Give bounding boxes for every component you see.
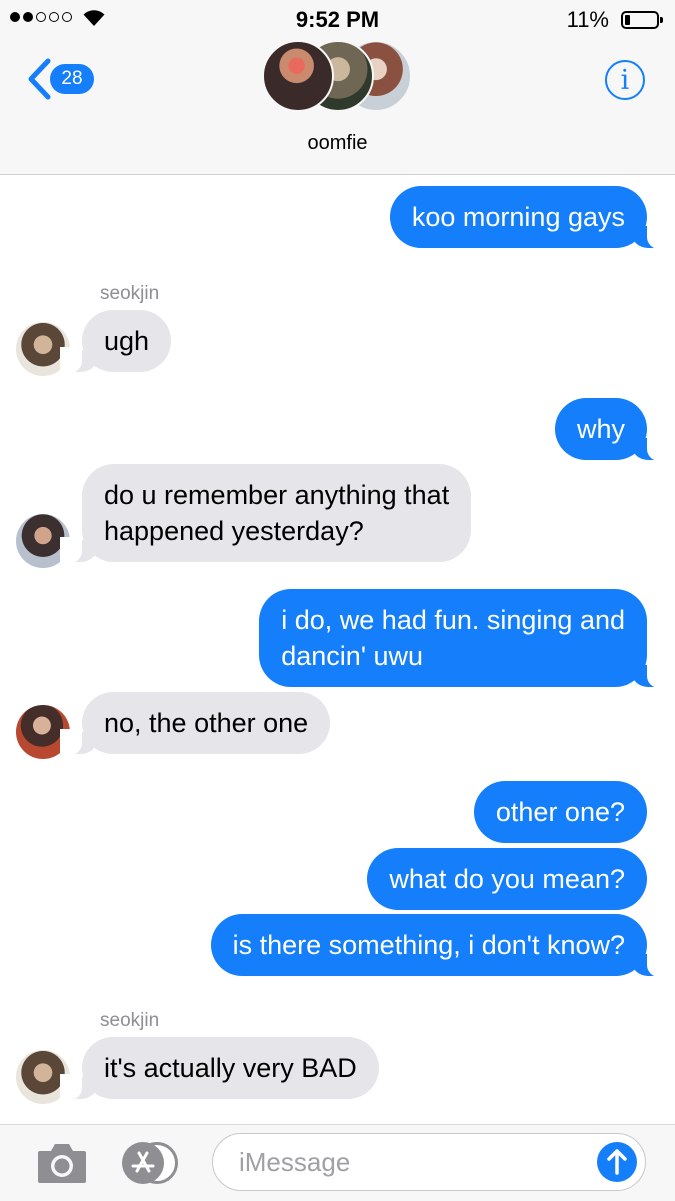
message-text: ugh (104, 326, 150, 356)
battery-icon (621, 11, 663, 29)
outgoing-message[interactable]: i do, we had fun. singing and dancin' uw… (259, 589, 669, 688)
unread-count-badge: 28 (50, 64, 94, 94)
send-button[interactable] (597, 1142, 637, 1182)
app-store-button[interactable] (122, 1142, 184, 1184)
group-avatar (262, 40, 334, 112)
camera-icon[interactable] (36, 1139, 88, 1185)
sender-name: seokjin (100, 1010, 160, 1031)
outgoing-message[interactable]: other one? (473, 781, 647, 843)
message-text: no, the other one (104, 708, 309, 738)
message-text: it's actually very BAD (104, 1053, 357, 1083)
message-text: koo morning gays (411, 202, 625, 232)
message-composer: iMessage (0, 1124, 675, 1201)
app-store-glyph-icon (131, 1151, 155, 1173)
group-avatars[interactable] (262, 40, 414, 114)
message-text-line: i do, we had fun. singing and (281, 605, 625, 635)
message-text: is there something, i don't know? (232, 930, 625, 960)
chevron-left-icon (28, 58, 51, 100)
battery-fill (625, 15, 630, 25)
message-input-placeholder: iMessage (239, 1147, 351, 1177)
message-text: why (576, 414, 625, 444)
incoming-message[interactable]: do u remember anything that happened yes… (59, 464, 472, 563)
message-text: what do you mean? (389, 864, 625, 894)
back-button[interactable]: 28 (26, 58, 94, 100)
message-text-line: happened yesterday? (104, 516, 364, 546)
arrow-up-icon (607, 1149, 627, 1175)
incoming-message[interactable]: no, the other one (59, 692, 331, 755)
conversation-title[interactable]: oomfie (0, 132, 675, 155)
message-text-line: do u remember anything that (104, 480, 450, 510)
outgoing-message[interactable]: koo morning gays (389, 186, 670, 249)
outgoing-message[interactable]: what do you mean? (367, 848, 647, 910)
app-store-icon (122, 1142, 164, 1184)
message-text: other one? (495, 797, 625, 827)
incoming-message[interactable]: ugh (59, 310, 172, 373)
message-input[interactable]: iMessage (212, 1133, 646, 1191)
outgoing-message[interactable]: why (554, 398, 670, 461)
outgoing-message[interactable]: is there something, i don't know? (210, 914, 670, 977)
info-icon: i (620, 64, 630, 96)
incoming-message[interactable]: it's actually very BAD (60, 1037, 379, 1100)
status-bar: 9:52 PM 11% (0, 0, 675, 40)
message-text-line: dancin' uwu (281, 641, 423, 671)
sender-name: seokjin (100, 283, 160, 304)
battery-percent: 11% (566, 7, 609, 32)
info-button[interactable]: i (605, 60, 645, 100)
battery-nub (660, 17, 663, 23)
